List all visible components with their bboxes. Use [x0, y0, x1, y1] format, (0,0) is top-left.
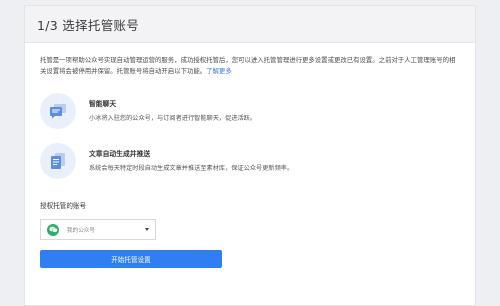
feature-desc: 小冰将入驻您的公众号，与订阅者进行智能聊天，促进活跃。 [89, 114, 257, 122]
chat-bubbles-icon [40, 93, 76, 129]
chevron-down-icon [145, 228, 149, 231]
feature-smart-chat: 智能聊天 小冰将入驻您的公众号，与订阅者进行智能聊天，促进活跃。 [40, 93, 460, 129]
learn-more-link[interactable]: 了解更多 [206, 67, 232, 75]
intro-text: 托管是一项帮助公众号实现自动管理运营的服务，成功授权托管后，您可以进入托管管理进… [40, 56, 456, 75]
setup-card: 1/3 选择托管账号 托管是一项帮助公众号实现自动管理运营的服务，成功授权托管后… [24, 5, 476, 306]
start-setup-button[interactable]: 开始托管设置 [40, 250, 222, 268]
account-select[interactable]: 我的公众号 [40, 219, 156, 240]
card-body: 托管是一项帮助公众号实现自动管理运营的服务，成功授权托管后，您可以进入托管管理进… [25, 43, 475, 268]
feature-title: 智能聊天 [89, 99, 117, 108]
feature-desc: 系统会每天特定时段自动生成文章并推送至素材库，保证公众号更新频率。 [89, 164, 294, 172]
account-label: 授权托管的账号 [40, 202, 87, 210]
feature-auto-articles: 文章自动生成并推送 系统会每天特定时段自动生成文章并推送至素材库，保证公众号更新… [40, 143, 460, 179]
feature-title: 文章自动生成并推送 [89, 149, 151, 158]
step-title: 1/3 选择托管账号 [37, 17, 140, 33]
card-header: 1/3 选择托管账号 [25, 6, 475, 43]
selected-account-name: 我的公众号 [67, 227, 95, 234]
documents-icon [40, 143, 76, 179]
wechat-icon [47, 223, 59, 236]
